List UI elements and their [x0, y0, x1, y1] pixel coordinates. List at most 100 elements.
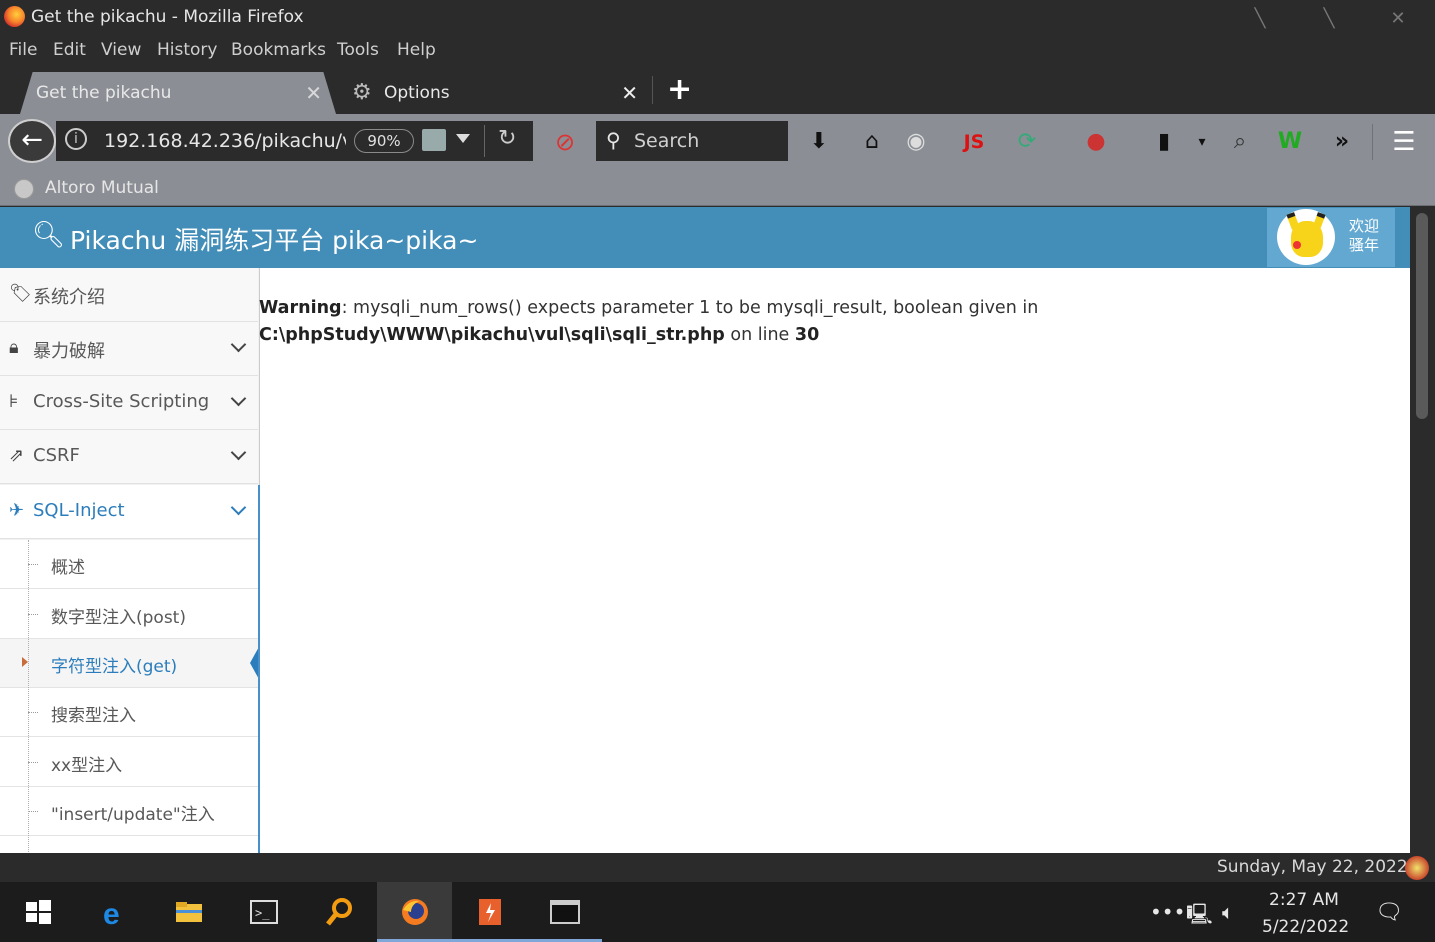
submenu-item-label: "insert/update"注入 — [51, 805, 215, 825]
menu-file[interactable]: File — [9, 40, 37, 60]
zoom-indicator[interactable]: 90% — [354, 129, 414, 153]
home-icon[interactable]: ⌂ — [858, 128, 886, 156]
pikachu-cheek — [1293, 241, 1301, 249]
dropdown-arrow-icon[interactable]: ▾ — [1188, 128, 1216, 156]
php-warning: Warning: mysqli_num_rows() expects param… — [259, 295, 1359, 349]
search-app-button[interactable] — [301, 882, 376, 942]
firefox-icon — [402, 899, 428, 925]
submenu-item-label: 搜索型注入 — [51, 706, 136, 726]
active-section-border — [258, 485, 260, 853]
hamburger-menu-icon[interactable]: ☰ — [1390, 128, 1418, 156]
warning-line-number: 30 — [794, 325, 820, 345]
url-divider — [484, 125, 485, 157]
start-button[interactable] — [0, 882, 75, 942]
tab-get-the-pikachu[interactable]: Get the pikachu ✕ — [20, 72, 336, 114]
plane-icon: ✈ — [9, 500, 25, 521]
sidebar-item-xss[interactable]: ⊧ Cross-Site Scripting — [0, 376, 258, 430]
bookmark-manager-icon[interactable]: ▮ — [1150, 128, 1178, 156]
submenu-item-overview[interactable]: 概述 — [0, 540, 258, 589]
download-icon[interactable]: ⬇ — [805, 128, 833, 156]
noscript-icon[interactable]: ⊘ — [551, 128, 579, 156]
sidebar-item-csrf[interactable]: ⇗ CSRF — [0, 430, 258, 484]
tab-label: Options — [384, 83, 450, 103]
sidebar-item-label: 系统介绍 — [33, 287, 105, 308]
submenu-item-string-get[interactable]: 字符型注入(get) — [0, 639, 260, 688]
tree-connector — [28, 811, 38, 812]
more-icons-icon[interactable]: ••• — [1150, 900, 1185, 924]
network-icon[interactable]: 🖳︎ — [1186, 900, 1213, 934]
menu-bookmarks[interactable]: Bookmarks — [231, 40, 326, 60]
terminal-button[interactable]: >_ — [226, 882, 301, 942]
sidebar-item-intro[interactable]: 🏷︎ 系统介绍 — [0, 268, 258, 322]
back-button[interactable]: ← — [8, 119, 56, 163]
menu-history[interactable]: History — [157, 40, 217, 60]
burp-suite-button[interactable] — [452, 882, 527, 942]
bookmarks-toolbar: Altoro Mutual — [0, 170, 1435, 206]
sync-icon[interactable]: ⟳ — [1013, 128, 1041, 156]
windows-icon — [26, 900, 51, 924]
chevron-down-icon — [230, 336, 247, 353]
cmd-icon — [550, 900, 580, 924]
warning-line-text: on line — [724, 325, 795, 345]
welcome-label: 欢迎 — [1349, 217, 1380, 235]
page-title[interactable]: Pikachu 漏洞练习平台 pika~pika~ — [70, 221, 478, 257]
sidebar-item-sql-inject[interactable]: ✈ SQL-Inject — [0, 485, 258, 539]
menu-bar: File Edit View History Bookmarks Tools H… — [0, 36, 1435, 66]
sql-inject-submenu: 概述 数字型注入(post) 字符型注入(get) 搜索型注入 xx型注入 "i… — [0, 540, 260, 853]
bookmark-altoro-mutual[interactable]: Altoro Mutual — [45, 178, 159, 198]
hackbar-icon[interactable]: ● — [1082, 128, 1110, 156]
menu-help[interactable]: Help — [397, 40, 436, 60]
wappalyzer-icon[interactable]: W — [1276, 128, 1304, 156]
menu-tools[interactable]: Tools — [337, 40, 379, 60]
submenu-item-insert-update[interactable]: "insert/update"注入 — [0, 787, 258, 836]
submenu-item-label: 字符型注入(get) — [51, 657, 178, 677]
submenu-item-label: xx型注入 — [51, 756, 123, 776]
reload-icon[interactable]: ↻ — [498, 126, 516, 151]
menu-edit[interactable]: Edit — [53, 40, 86, 60]
dropdown-arrow-icon[interactable] — [456, 134, 470, 143]
close-tab-icon[interactable]: ✕ — [621, 81, 638, 105]
file-explorer-button[interactable] — [151, 882, 226, 942]
globe-icon[interactable]: ◉ — [902, 128, 930, 156]
sidebar-item-label: CSRF — [33, 445, 80, 466]
submenu-item-numeric-post[interactable]: 数字型注入(post) — [0, 590, 258, 639]
js-toggle-icon[interactable]: JS — [958, 128, 990, 156]
maximize-button[interactable]: ╲ — [1317, 8, 1341, 29]
new-tab-button[interactable]: + — [667, 72, 692, 107]
url-bar[interactable]: i 192.168.42.236/pikachu/vu 90% ↻ — [56, 121, 533, 161]
tab-options[interactable]: ⚙ Options ✕ — [344, 72, 644, 114]
taskbar: e >_ ••• 🖳︎ 🔈︎ 2:27 AM 5/22/2022 🗨︎ — [0, 882, 1435, 942]
tab-label: Get the pikachu — [36, 83, 172, 103]
close-tab-icon[interactable]: ✕ — [305, 81, 322, 105]
submenu-item-xx[interactable]: xx型注入 — [0, 738, 258, 787]
minimize-button[interactable]: ╲ — [1248, 8, 1272, 29]
page-content: 🔍︎ Pikachu 漏洞练习平台 pika~pika~ 欢迎 骚年 🏷︎ 系统… — [0, 207, 1410, 853]
system-clock[interactable]: 2:27 AM 5/22/2022 — [1262, 887, 1349, 941]
firefox-taskbar-button[interactable] — [377, 882, 452, 942]
user-box[interactable]: 欢迎 骚年 — [1267, 208, 1395, 267]
overflow-icon[interactable]: » — [1328, 128, 1356, 156]
pikachu-face — [1291, 221, 1323, 257]
menu-view[interactable]: View — [101, 40, 141, 60]
cmd-button[interactable] — [527, 882, 602, 942]
edge-button[interactable]: e — [76, 882, 151, 942]
navigation-toolbar: i 192.168.42.236/pikachu/vu 90% ↻ ← ⊘ ⚲ … — [0, 114, 1435, 170]
sidebar-item-brute-force[interactable]: 🔒︎ 暴力破解 — [0, 322, 258, 376]
action-center-icon[interactable]: 🗨︎ — [1375, 900, 1403, 925]
scrollbar-thumb[interactable] — [1416, 213, 1428, 419]
globe-icon — [14, 179, 34, 199]
url-text[interactable]: 192.168.42.236/pikachu/vu — [104, 130, 346, 152]
server-icon[interactable] — [422, 129, 446, 151]
share-icon: ⇗ — [9, 445, 25, 466]
volume-icon[interactable]: 🔈︎ — [1222, 900, 1234, 924]
page-header: 🔍︎ Pikachu 漏洞练习平台 pika~pika~ 欢迎 骚年 — [0, 207, 1410, 268]
sidebar-item-label: Cross-Site Scripting — [33, 391, 210, 412]
chevron-down-icon — [230, 444, 247, 461]
search-icon: ⚲ — [606, 128, 621, 152]
search-bar[interactable]: ⚲ Search — [596, 121, 788, 161]
submenu-item-search[interactable]: 搜索型注入 — [0, 688, 258, 737]
sidebar-item-label: SQL-Inject — [33, 500, 125, 521]
inspect-icon[interactable]: ⌕ — [1226, 128, 1254, 156]
info-icon[interactable]: i — [65, 128, 87, 150]
close-window-button[interactable]: ✕ — [1386, 8, 1410, 29]
